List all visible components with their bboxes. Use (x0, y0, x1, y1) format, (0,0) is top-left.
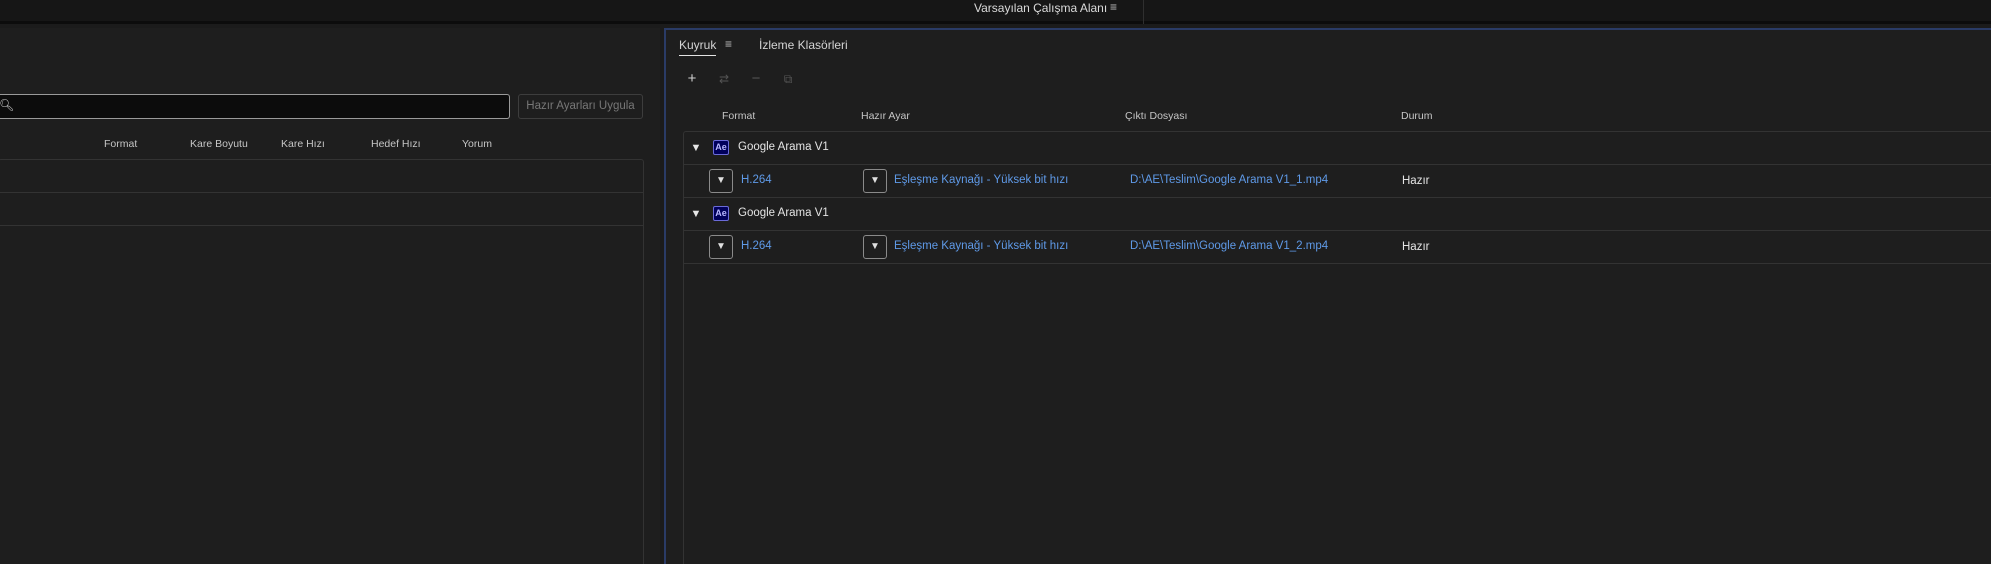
after-effects-icon: Ae (713, 140, 729, 155)
column-header-frame-size[interactable]: Kare Boyutu (190, 138, 248, 150)
preset-link[interactable]: Eşleşme Kaynağı - Yüksek bit hızı (894, 240, 1068, 252)
column-header-format[interactable]: Format (104, 138, 137, 150)
column-header-status[interactable]: Durum (1401, 110, 1433, 122)
queue-panel: Kuyruk ≡ İzleme Klasörleri + ⇄ − ⧉ Forma… (664, 28, 1991, 564)
preset-dropdown-chevron-icon[interactable]: ▼ (863, 169, 887, 193)
column-header-target-rate[interactable]: Hedef Hızı (371, 138, 421, 150)
preset-link[interactable]: Eşleşme Kaynağı - Yüksek bit hızı (894, 174, 1068, 186)
format-link[interactable]: H.264 (741, 240, 772, 252)
add-source-button[interactable]: + (683, 70, 701, 88)
queue-item-row[interactable]: ▼ H.264 ▼ Eşleşme Kaynağı - Yüksek bit h… (684, 231, 1991, 264)
queue-group-row[interactable]: ▼ Ae Google Arama V1 (684, 198, 1991, 231)
remove-button[interactable]: − (747, 70, 765, 88)
preset-list (0, 159, 644, 564)
after-effects-icon: Ae (713, 206, 729, 221)
tab-queue[interactable]: Kuyruk (679, 38, 717, 56)
status-text: Hazır (1402, 175, 1430, 187)
column-header-format[interactable]: Format (722, 110, 755, 122)
column-header-preset[interactable]: Hazır Ayar (861, 110, 910, 122)
tab-watch-folders[interactable]: İzleme Klasörleri (759, 38, 848, 52)
column-header-frame-rate[interactable]: Kare Hızı (281, 138, 325, 150)
status-text: Hazır (1402, 241, 1430, 253)
chevron-down-icon[interactable]: ▼ (688, 138, 704, 158)
list-item[interactable] (0, 193, 643, 226)
column-header-output-file[interactable]: Çıktı Dosyası (1125, 110, 1187, 122)
topbar-divider (1143, 0, 1144, 24)
format-link[interactable]: H.264 (741, 174, 772, 186)
preset-browser-panel: 🔍︎ Hazır Ayarları Uygula Format Kare Boy… (0, 28, 660, 564)
queue-list: ▼ Ae Google Arama V1 ▼ H.264 ▼ Eşleşme K… (683, 131, 1991, 564)
queue-group-row[interactable]: ▼ Ae Google Arama V1 (684, 132, 1991, 165)
queue-group-name: Google Arama V1 (738, 141, 829, 153)
top-bar: Varsayılan Çalışma Alanı ≡ (0, 0, 1991, 24)
column-header-comment[interactable]: Yorum (462, 138, 492, 150)
workspace-title[interactable]: Varsayılan Çalışma Alanı (974, 1, 1107, 15)
search-icon[interactable]: 🔍︎ (0, 98, 14, 112)
output-file-link[interactable]: D:\AE\Teslim\Google Arama V1_2.mp4 (1130, 240, 1328, 252)
tab-menu-icon[interactable]: ≡ (725, 37, 732, 51)
format-dropdown-chevron-icon[interactable]: ▼ (709, 235, 733, 259)
search-input[interactable]: 🔍︎ (0, 94, 510, 119)
list-item[interactable] (0, 160, 643, 193)
workspace-menu-icon[interactable]: ≡ (1110, 0, 1117, 14)
queue-item-row[interactable]: ▼ H.264 ▼ Eşleşme Kaynağı - Yüksek bit h… (684, 165, 1991, 198)
duplicate-icon[interactable]: ⧉ (779, 70, 797, 88)
settings-icon[interactable]: ⇄ (715, 70, 733, 88)
queue-group-name: Google Arama V1 (738, 207, 829, 219)
preset-dropdown-chevron-icon[interactable]: ▼ (863, 235, 887, 259)
output-file-link[interactable]: D:\AE\Teslim\Google Arama V1_1.mp4 (1130, 174, 1328, 186)
chevron-down-icon[interactable]: ▼ (688, 204, 704, 224)
apply-presets-button[interactable]: Hazır Ayarları Uygula (518, 94, 643, 119)
format-dropdown-chevron-icon[interactable]: ▼ (709, 169, 733, 193)
